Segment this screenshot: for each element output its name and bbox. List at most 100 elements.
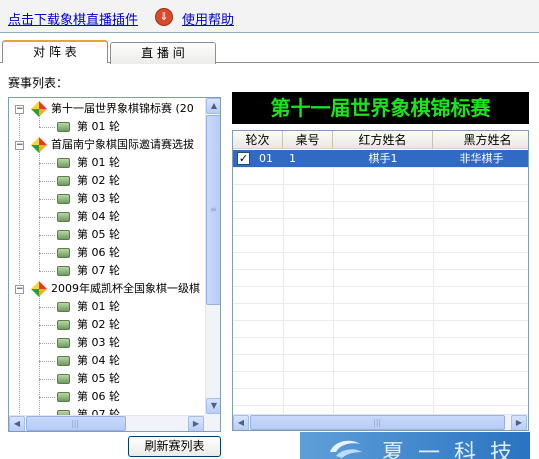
tree-round-label: 第 02 轮 (77, 174, 120, 187)
help-link[interactable]: 使用帮助 (182, 9, 234, 28)
table-horizontal-scrollbar[interactable]: ◀ ||| ▶ (233, 414, 528, 430)
tree-connector (39, 181, 55, 182)
round-leaf-icon (57, 266, 70, 276)
tree-connector (39, 127, 55, 128)
scroll-grip-icon: ≡ (210, 205, 217, 214)
tab-strip: 对 阵 表 直 播 间 (0, 38, 539, 64)
collapse-toggle-icon[interactable]: − (15, 105, 24, 114)
table-row[interactable]: ✓ 01 1 棋手1 非华棋手 (233, 150, 528, 167)
table-scroll-right-button[interactable]: ▶ (511, 415, 527, 430)
game-table[interactable]: 轮次 桌号 红方姓名 黑方姓名 ✓ 01 1 棋手1 非华棋手 ◀ ||| ▶ (232, 130, 529, 431)
scroll-right-button[interactable]: ▶ (188, 416, 204, 431)
download-plugin-link[interactable]: 点击下载象棋直播插件 (8, 9, 138, 28)
tree-connector (39, 199, 55, 200)
tree-connector (39, 361, 55, 362)
scroll-down-button[interactable]: ▼ (206, 398, 220, 414)
collapse-toggle-icon[interactable]: − (15, 285, 24, 294)
round-leaf-icon (57, 248, 70, 258)
tree-connector (39, 253, 55, 254)
table-gridline (233, 303, 528, 304)
event-title-banner: 第十一届世界象棋锦标赛 (232, 92, 529, 124)
round-leaf-icon (57, 374, 70, 384)
table-gridline (233, 167, 528, 168)
tree-connector (39, 343, 55, 344)
tree-round-label: 第 05 轮 (77, 228, 120, 241)
tree-connector (39, 271, 55, 272)
round-leaf-icon (57, 176, 70, 186)
tree-connector (39, 235, 55, 236)
table-gridline (233, 405, 528, 406)
tree-round-label: 第 03 轮 (77, 336, 120, 349)
tree-connector (39, 151, 40, 271)
tab-live-room[interactable]: 直 播 间 (110, 42, 216, 64)
tree-round-label: 第 05 轮 (77, 372, 120, 385)
download-arrow-icon[interactable]: ⇓ (155, 8, 173, 26)
tree-round-label: 第 06 轮 (77, 246, 120, 259)
tree-event-label: 2009年威凯杯全国象棋一级棋 (51, 282, 200, 295)
logo-swirl-icon (330, 440, 362, 458)
cell-round: 01 (259, 152, 273, 165)
scroll-up-button[interactable]: ▲ (206, 98, 220, 114)
round-leaf-icon (57, 194, 70, 204)
tab-schedule[interactable]: 对 阵 表 (2, 40, 108, 63)
tree-round-label: 第 01 轮 (77, 300, 120, 313)
round-leaf-icon (57, 212, 70, 222)
tree-round-label: 第 06 轮 (77, 390, 120, 403)
table-gridline (233, 184, 528, 185)
company-logo: 夏一科技 (300, 432, 530, 459)
table-header: 轮次 桌号 红方姓名 黑方姓名 (233, 131, 528, 149)
tree-connector (39, 325, 55, 326)
column-header-table-no[interactable]: 桌号 (283, 131, 333, 149)
table-gridline (233, 354, 528, 355)
table-gridline (433, 150, 434, 414)
round-leaf-icon (57, 302, 70, 312)
event-tree[interactable]: − 第十一届世界象棋锦标赛 (20 第 01 轮 − 首届南宁象棋国际邀请赛选拔第 01… (8, 97, 221, 432)
column-header-round[interactable]: 轮次 (233, 131, 283, 149)
scroll-corner (205, 415, 220, 431)
round-leaf-icon (57, 356, 70, 366)
tree-connector (39, 307, 55, 308)
tree-round-label: 第 03 轮 (77, 192, 120, 205)
refresh-event-list-button[interactable]: 刷新赛列表 (128, 436, 221, 457)
tree-connector (39, 115, 40, 127)
table-gridline (233, 252, 528, 253)
table-gridline (233, 201, 528, 202)
tree-round-label: 第 04 轮 (77, 210, 120, 223)
event-tree-content: − 第十一届世界象棋锦标赛 (20 第 01 轮 − 首届南宁象棋国际邀请赛选拔第 01… (9, 98, 207, 416)
event-list-label: 赛事列表： (8, 76, 69, 90)
table-gridline (333, 150, 334, 414)
tree-connector (39, 217, 55, 218)
collapse-toggle-icon[interactable]: − (15, 141, 24, 150)
tree-round-label: 第 01 轮 (77, 120, 120, 133)
tree-round-label: 第 02 轮 (77, 318, 120, 331)
tree-round-label: 第 07 轮 (77, 264, 120, 277)
tree-horizontal-scrollbar[interactable]: ◀ ||| ▶ (9, 415, 205, 431)
tree-vertical-scrollbar[interactable]: ▲ ≡ ▼ (205, 98, 220, 415)
tree-connector (39, 163, 55, 164)
tree-connector (39, 397, 55, 398)
tree-round-label: 第 04 轮 (77, 354, 120, 367)
column-header-black-player[interactable]: 黑方姓名 (433, 131, 528, 149)
tree-event-label: 第十一届世界象棋锦标赛 (20 (51, 102, 194, 115)
cell-red-player: 棋手1 (368, 152, 398, 165)
round-leaf-icon (57, 338, 70, 348)
table-gridline (233, 269, 528, 270)
table-scroll-left-button[interactable]: ◀ (233, 415, 249, 430)
round-leaf-icon (57, 392, 70, 402)
cell-table-no: 1 (289, 152, 296, 165)
round-leaf-icon (57, 122, 70, 132)
scroll-grip-horizontal-icon: ||| (71, 419, 80, 428)
table-gridline (233, 286, 528, 287)
table-gridline (283, 150, 284, 414)
row-checkbox[interactable]: ✓ (237, 152, 250, 165)
column-header-red-player[interactable]: 红方姓名 (333, 131, 433, 149)
table-gridline (233, 337, 528, 338)
top-link-bar: 点击下载象棋直播插件 ⇓ 使用帮助 (0, 0, 539, 33)
table-gridline (233, 218, 528, 219)
table-gridline (233, 371, 528, 372)
cell-black-player: 非华棋手 (459, 152, 504, 165)
logo-text: 夏一科技 (382, 441, 527, 459)
scroll-left-button[interactable]: ◀ (9, 416, 25, 431)
tree-connector (39, 379, 55, 380)
round-leaf-icon (57, 158, 70, 168)
